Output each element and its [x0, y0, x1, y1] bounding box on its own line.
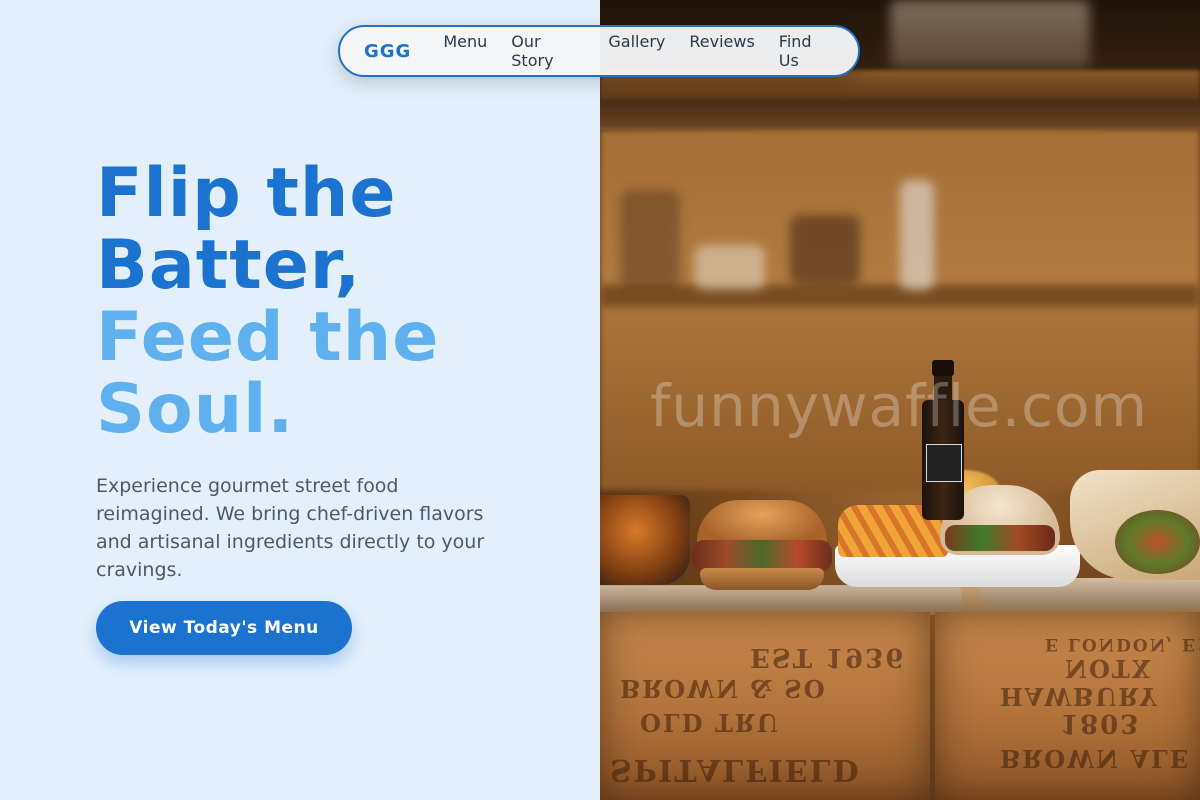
hero-panel: Flip the Batter, Feed the Soul. Experien…	[0, 0, 600, 800]
nav-link-menu[interactable]: Menu	[443, 32, 487, 70]
photo-blurred-bottle	[900, 180, 934, 290]
crate-text: HAWBURY	[1000, 682, 1159, 711]
photo-mid-shelf	[600, 285, 1200, 307]
crate-text: BROWN ALE	[1000, 744, 1191, 773]
hero-headline: Flip the Batter, Feed the Soul.	[96, 158, 556, 446]
brand-logo[interactable]: GGG	[364, 41, 411, 62]
photo-blurred-bottles	[620, 190, 680, 290]
crate-text: 1803	[1060, 708, 1141, 738]
hero-tagline: Experience gourmet street food reimagine…	[96, 475, 485, 581]
photo-burger	[692, 500, 832, 592]
nav-links: Menu Our Story Gallery Reviews Find Us	[443, 32, 834, 70]
headline-line-4: Soul.	[96, 370, 295, 449]
headline-line-1: Flip the	[96, 154, 397, 233]
headline-line-3: Feed the	[96, 298, 440, 377]
crate-text: E LONDON, E1	[1045, 634, 1200, 654]
nav-link-gallery[interactable]: Gallery	[608, 32, 665, 70]
headline-line-2: Batter,	[96, 226, 362, 305]
photo-blurred-jars	[890, 0, 1090, 68]
nav-link-reviews[interactable]: Reviews	[689, 32, 754, 70]
nav-link-our-story[interactable]: Our Story	[511, 32, 584, 70]
nav-link-find-us[interactable]: Find Us	[779, 32, 834, 70]
watermark: funnywaffle.com	[650, 372, 1148, 440]
burger-bun-bottom	[700, 568, 824, 590]
top-navigation: GGG Menu Our Story Gallery Reviews Find …	[338, 25, 860, 77]
photo-crate-right: E LONDON, E1 NOTX HAWBURY 1803 BROWN ALE	[935, 612, 1200, 800]
crate-text: SPITALFIELD	[610, 752, 861, 787]
photo-blurred-bowl	[695, 245, 765, 290]
view-menu-button[interactable]: View Today's Menu	[96, 601, 352, 655]
hero-content: Flip the Batter, Feed the Soul. Experien…	[96, 158, 556, 584]
photo-fries-boat	[600, 495, 690, 585]
photo-wrap-filling	[1115, 510, 1200, 574]
photo-blurred-jar	[790, 215, 860, 285]
crate-text: EST 1936	[750, 642, 906, 672]
food-photo: EST 1936 BROWN & SO OLD TRU SPITALFIELD …	[600, 0, 1200, 800]
crate-text: BROWN & SO	[620, 674, 827, 703]
photo-taco-filling	[945, 525, 1055, 551]
crate-text: OLD TRU	[640, 708, 780, 737]
crate-text: NOTX	[1065, 654, 1153, 683]
landing-page: Flip the Batter, Feed the Soul. Experien…	[0, 0, 1200, 800]
photo-crate-left: EST 1936 BROWN & SO OLD TRU SPITALFIELD	[600, 612, 930, 800]
